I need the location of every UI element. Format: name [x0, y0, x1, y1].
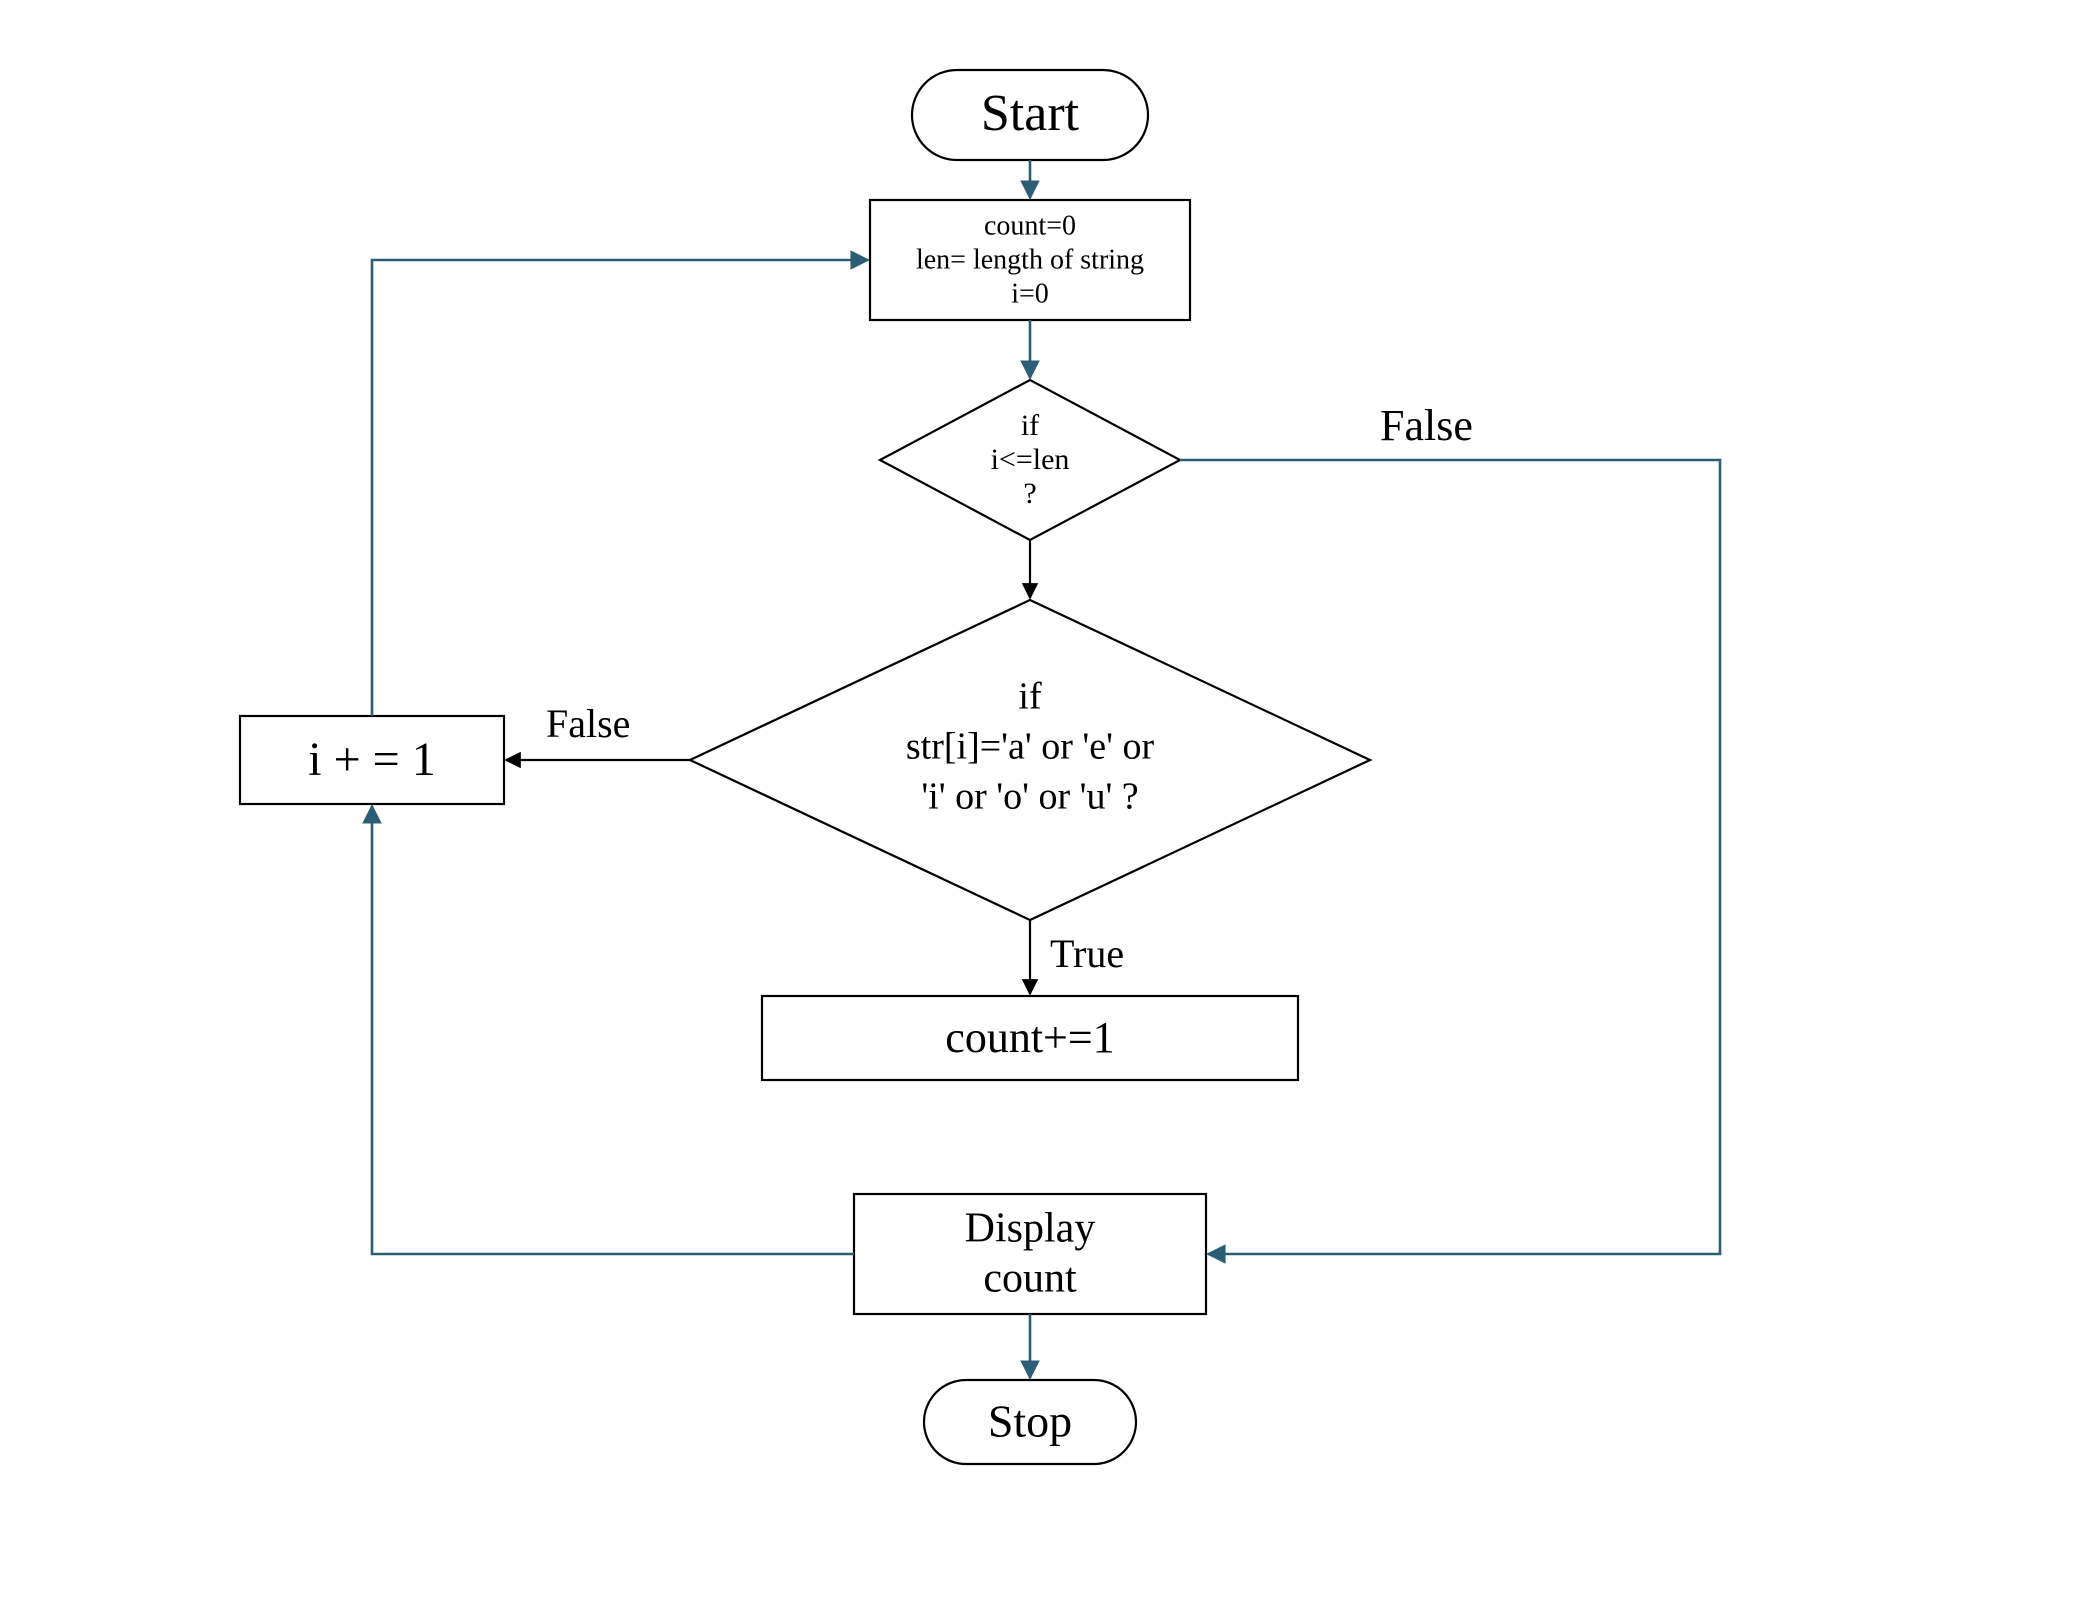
cond-len-line3: ?: [1023, 477, 1036, 510]
cond-vowel-line1: if: [1018, 676, 1042, 718]
cond-len-node: if i<=len ?: [880, 380, 1180, 540]
start-node: Start: [912, 70, 1148, 160]
edge-condlen-false-label: False: [1380, 401, 1473, 450]
edge-condvowel-true-label: True: [1050, 931, 1124, 976]
inc-i-node: i + = 1: [240, 716, 504, 804]
display-line2: count: [983, 1256, 1077, 1302]
display-node: Display count: [854, 1194, 1206, 1314]
init-line3: i=0: [1011, 278, 1049, 309]
cond-len-line1: if: [1021, 409, 1039, 442]
inc-count-label: count+=1: [945, 1013, 1114, 1062]
edge-condvowel-false-label: False: [546, 701, 630, 746]
stop-node: Stop: [924, 1380, 1136, 1464]
display-line1: Display: [965, 1206, 1096, 1252]
edge-inci-to-init: [372, 260, 868, 716]
init-line2: len= length of string: [916, 244, 1144, 275]
inc-i-label: i + = 1: [308, 733, 435, 786]
cond-vowel-node: if str[i]='a' or 'e' or 'i' or 'o' or 'u…: [690, 600, 1370, 920]
start-label: Start: [981, 85, 1080, 142]
cond-vowel-line3: 'i' or 'o' or 'u' ?: [921, 776, 1138, 818]
init-line1: count=0: [984, 210, 1076, 241]
cond-vowel-line2: str[i]='a' or 'e' or: [906, 726, 1155, 768]
stop-label: Stop: [988, 1396, 1072, 1447]
init-node: count=0 len= length of string i=0: [870, 200, 1190, 320]
cond-len-line2: i<=len: [991, 443, 1070, 476]
inc-count-node: count+=1: [762, 996, 1298, 1080]
edge-condlen-false: [1180, 460, 1720, 1254]
